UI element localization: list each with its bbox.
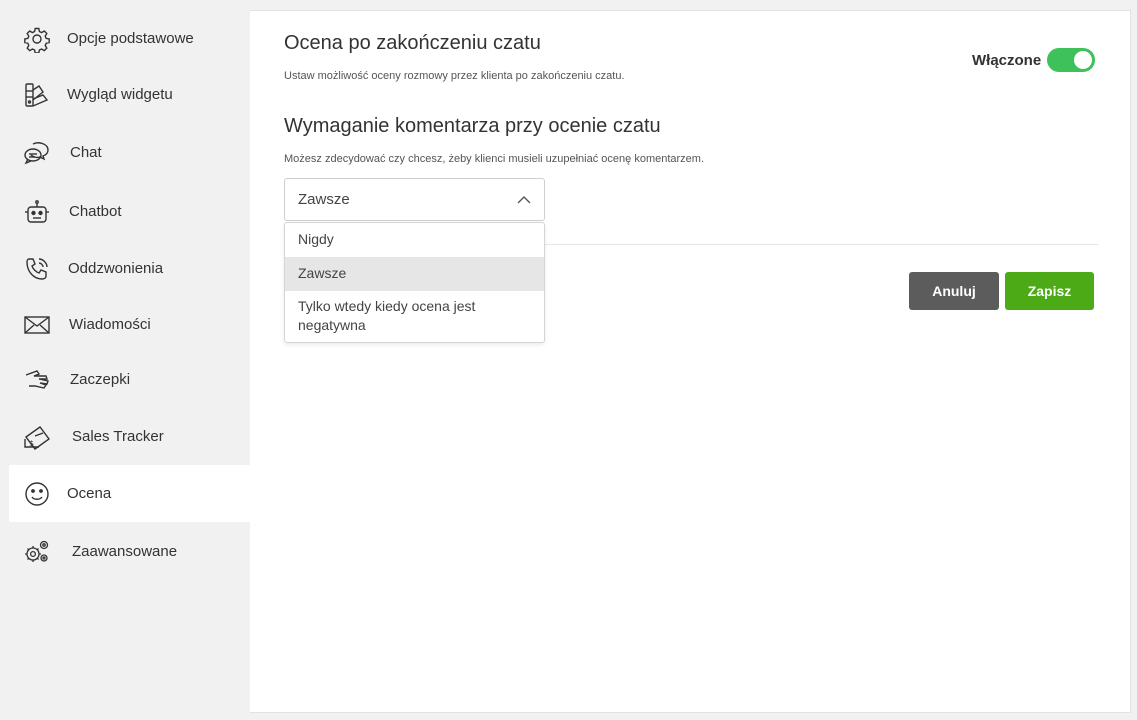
chevron-up-icon bbox=[517, 196, 531, 204]
svg-text:$: $ bbox=[29, 439, 34, 448]
sidebar-item-wiadomosci[interactable]: Wiadomości bbox=[9, 296, 250, 353]
money-ticket-icon: $ bbox=[23, 423, 51, 451]
sidebar-item-zaawansowane[interactable]: Zaawansowane bbox=[9, 523, 250, 580]
comment-requirement-select[interactable]: Zawsze bbox=[284, 178, 545, 221]
sidebar-item-chat[interactable]: Chat bbox=[9, 124, 250, 181]
section-description-rating: Ustaw możliwość oceny rozmowy przez klie… bbox=[284, 70, 625, 82]
palette-icon bbox=[23, 81, 51, 109]
sidebar-item-label: Sales Tracker bbox=[72, 428, 164, 445]
sidebar-item-label: Wygląd widgetu bbox=[67, 86, 173, 103]
cancel-button[interactable]: Anuluj bbox=[909, 272, 999, 310]
gear-icon bbox=[23, 25, 51, 53]
sidebar-item-sales-tracker[interactable]: $ Sales Tracker bbox=[9, 408, 250, 465]
save-button[interactable]: Zapisz bbox=[1005, 272, 1094, 310]
sidebar-item-label: Zaczepki bbox=[70, 371, 131, 388]
sidebar-item-wyglad-widgetu[interactable]: Wygląd widgetu bbox=[9, 66, 250, 123]
select-value: Zawsze bbox=[298, 191, 350, 208]
sidebar-item-label: Chatbot bbox=[69, 203, 122, 220]
sidebar-item-ocena[interactable]: Ocena bbox=[9, 465, 250, 522]
hand-icon bbox=[23, 366, 51, 394]
rating-enabled-toggle[interactable] bbox=[1047, 48, 1096, 72]
section-description-comment: Możesz zdecydować czy chcesz, żeby klien… bbox=[284, 153, 705, 165]
robot-icon bbox=[23, 198, 51, 226]
toggle-label: Włączone bbox=[972, 51, 1042, 69]
envelope-icon bbox=[23, 311, 51, 339]
select-dropdown: Nigdy Zawsze Tylko wtedy kiedy ocena jes… bbox=[284, 222, 545, 343]
section-title-rating: Ocena po zakończeniu czatu bbox=[284, 32, 541, 54]
sidebar-item-zaczepki[interactable]: Zaczepki bbox=[9, 351, 250, 408]
settings-panel: Ocena po zakończeniu czatu Ustaw możliwo… bbox=[250, 10, 1131, 713]
rating-toggle-group: Włączone bbox=[972, 48, 1096, 72]
sidebar-item-label: Zaawansowane bbox=[72, 543, 178, 560]
option-zawsze[interactable]: Zawsze bbox=[285, 257, 544, 291]
gears-icon bbox=[23, 538, 51, 566]
option-tylko-negatywna[interactable]: Tylko wtedy kiedy ocena jest negatywna bbox=[285, 297, 544, 341]
smiley-icon bbox=[23, 480, 51, 508]
sidebar-item-chatbot[interactable]: Chatbot bbox=[9, 183, 250, 240]
toggle-knob bbox=[1074, 51, 1093, 69]
sidebar-item-opcje-podstawowe[interactable]: Opcje podstawowe bbox=[9, 10, 250, 67]
phone-icon bbox=[23, 255, 51, 283]
sidebar-item-oddzwonienia[interactable]: Oddzwonienia bbox=[9, 240, 250, 297]
sidebar: Opcje podstawowe Wygląd widgetu Chat Cha… bbox=[0, 0, 250, 720]
sidebar-item-label: Opcje podstawowe bbox=[67, 30, 194, 47]
sidebar-item-label: Chat bbox=[70, 144, 102, 161]
sidebar-item-label: Wiadomości bbox=[69, 316, 151, 333]
sidebar-item-label: Ocena bbox=[67, 485, 112, 502]
option-nigdy[interactable]: Nigdy bbox=[285, 229, 544, 257]
chat-bubbles-icon bbox=[23, 139, 51, 167]
section-title-comment: Wymaganie komentarza przy ocenie czatu bbox=[284, 115, 661, 137]
sidebar-item-label: Oddzwonienia bbox=[68, 260, 164, 277]
